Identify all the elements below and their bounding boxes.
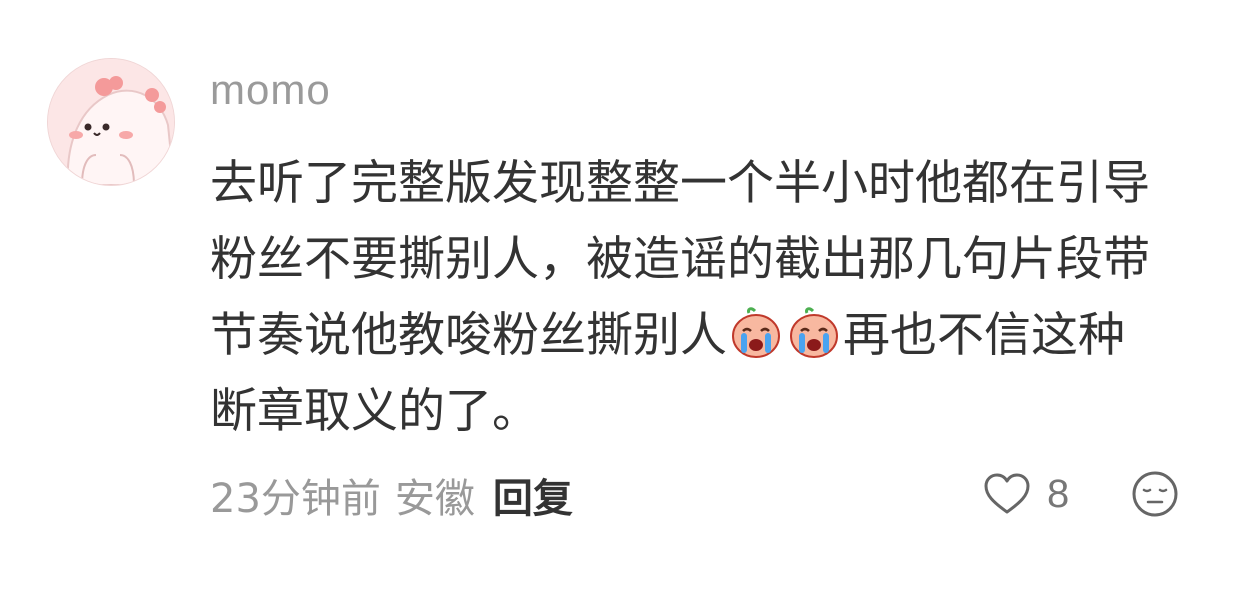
comment-line: 断章取义的了。	[210, 384, 539, 439]
crying-emoji-icon	[729, 305, 783, 359]
reply-button[interactable]: 回复	[493, 476, 573, 522]
pink-bunny-avatar-icon	[48, 59, 174, 185]
user-avatar[interactable]	[47, 58, 175, 186]
like-button[interactable]: 8	[983, 470, 1069, 518]
crying-emoji-icon	[787, 305, 841, 359]
heart-outline-icon	[984, 473, 1030, 514]
like-count: 8	[1047, 471, 1070, 516]
comment-line: 节奏说他教唆粉丝撕别人 再也不信这种	[210, 298, 1200, 374]
comment-line-segment: 再也不信这种	[843, 308, 1125, 363]
dislike-button[interactable]	[1131, 470, 1179, 518]
comment-meta: 23分钟前 安徽 回复	[210, 466, 573, 524]
comment-time: 23分钟前	[210, 476, 381, 522]
unhappy-face-icon	[1132, 471, 1178, 517]
comment-line: 去听了完整版发现整整一个半小时他都在引导	[210, 156, 1150, 211]
username[interactable]: momo	[210, 66, 331, 114]
comment-location: 安徽	[394, 476, 475, 522]
comment-item: momo 去听了完整版发现整整一个半小时他都在引导 粉丝不要撕别人，被造谣的截出…	[0, 0, 1254, 594]
comment-line-segment: 节奏说他教唆粉丝撕别人	[210, 308, 727, 363]
comment-line: 粉丝不要撕别人，被造谣的截出那几句片段带	[210, 232, 1150, 287]
comment-text: 去听了完整版发现整整一个半小时他都在引导 粉丝不要撕别人，被造谣的截出那几句片段…	[210, 146, 1200, 450]
